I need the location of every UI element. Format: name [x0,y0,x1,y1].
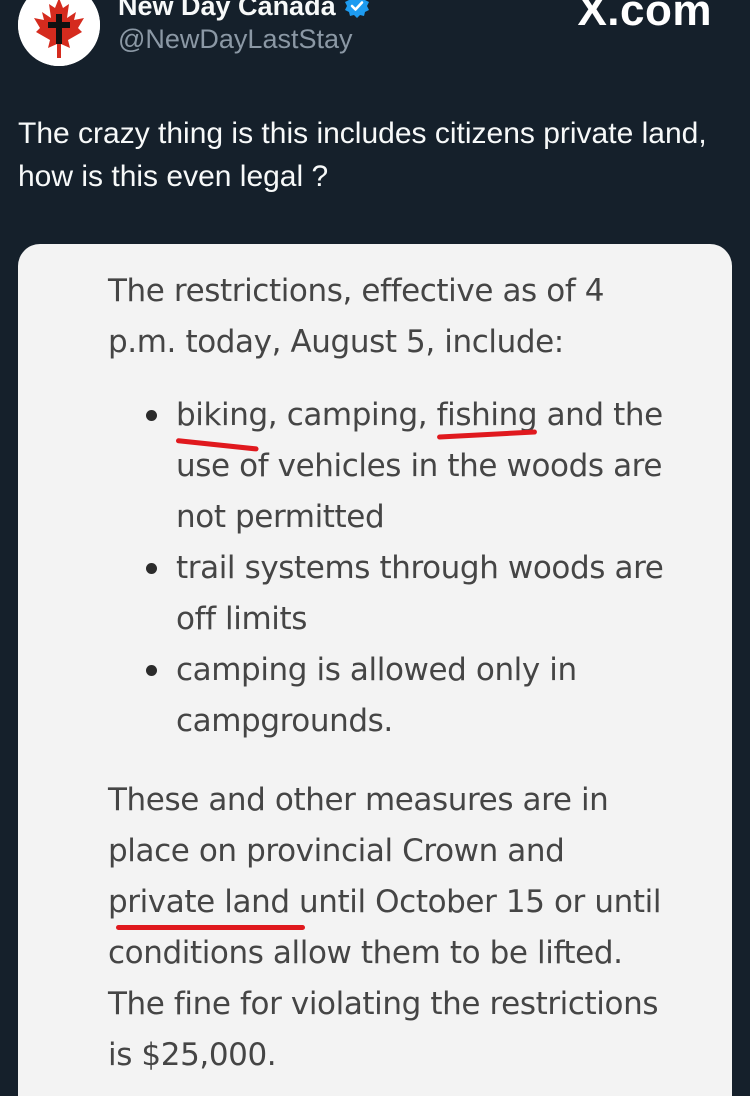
underlined-word-fishing: fishing [436,397,538,440]
list-item: trail systems through woods are off limi… [146,543,668,645]
phrase-private-land: private land [108,884,290,920]
tweet-header: New Day Canada @NewDayLastStay X.com [0,0,750,80]
article-screenshot: The restrictions, effective as of 4 p.m.… [108,266,668,1081]
restrictions-list: biking, camping, fishing and the use of … [108,390,668,747]
bullet-dot [146,410,157,421]
article-body: These and other measures are in place on… [108,775,668,1081]
underlined-phrase-private-land: private land [108,884,305,930]
bullet-text: , camping, [267,397,437,433]
canada-maple-leaf-cross-icon [18,0,100,66]
user-handle[interactable]: @NewDayLastStay [118,24,353,55]
underlined-word-biking: biking [175,397,268,452]
display-name[interactable]: New Day Canada [118,0,336,22]
display-name-row[interactable]: New Day Canada [118,0,370,24]
tweet-text: The crazy thing is this includes citizen… [18,117,707,193]
bullet-text: trail systems through woods are off limi… [176,550,664,637]
list-item: biking, camping, fishing and the use of … [146,390,668,543]
bullet-dot [146,563,157,574]
word-biking: biking [176,397,268,433]
red-underline-mark [116,925,305,930]
avatar[interactable] [18,0,100,66]
bullet-text: camping is allowed only in campgrounds. [176,652,577,739]
bullet-dot [146,665,157,676]
x-com-watermark: X.com [577,0,712,35]
list-item: camping is allowed only in campgrounds. [146,645,668,747]
tweet-image-card[interactable]: The restrictions, effective as of 4 p.m.… [18,244,732,1096]
article-intro: The restrictions, effective as of 4 p.m.… [108,273,605,360]
word-fishing: fishing [436,397,538,433]
verified-badge-icon [344,0,370,19]
body-text: These and other measures are in place on… [108,782,609,869]
